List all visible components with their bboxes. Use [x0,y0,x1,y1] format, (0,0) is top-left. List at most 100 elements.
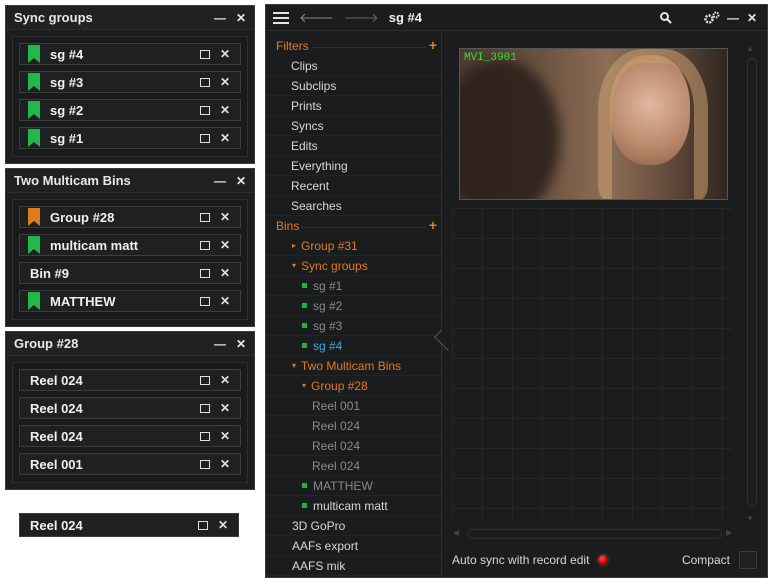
maximize-icon[interactable] [199,431,210,441]
remove-icon[interactable]: ✕ [220,75,230,89]
filter-item[interactable]: Recent [266,176,441,196]
clip-thumbnail[interactable]: MVI_3901 [459,48,728,200]
minimize-icon[interactable]: — [214,11,226,25]
menu-icon[interactable] [273,11,289,24]
bin-item[interactable]: Reel 024 [266,416,441,436]
remove-icon[interactable]: ✕ [220,294,230,308]
scroll-down-icon[interactable]: ▼ [746,514,754,523]
close-icon[interactable]: ✕ [236,174,246,188]
maximize-icon[interactable] [199,296,210,306]
maximize-icon[interactable] [199,105,210,115]
bin-label: Reel 024 [312,418,361,433]
bins-section-header[interactable]: Bins + [266,216,441,236]
bin-item[interactable]: MATTHEW [266,476,441,496]
filter-label: Everything [291,158,348,173]
remove-icon[interactable]: ✕ [220,238,230,252]
back-arrow-icon[interactable]: 🡐 [299,10,334,26]
list-item[interactable]: Reel 024 ✕ [19,369,241,391]
bin-item[interactable]: Reel 024 [266,456,441,476]
expanded-triangle-icon[interactable]: ▾ [302,381,306,390]
bin-item[interactable]: ▾ Two Multicam Bins [266,356,441,376]
list-item[interactable]: sg #1 ✕ [19,127,241,149]
filter-item[interactable]: Prints [266,96,441,116]
list-item[interactable]: Group #28 ✕ [19,206,241,228]
list-item[interactable]: Reel 024 ✕ [19,397,241,419]
list-item[interactable]: multicam matt ✕ [19,234,241,256]
maximize-icon[interactable] [197,520,208,530]
remove-icon[interactable]: ✕ [220,401,230,415]
remove-icon[interactable]: ✕ [220,103,230,117]
list-item[interactable]: sg #3 ✕ [19,71,241,93]
add-bin-icon[interactable]: + [429,217,437,233]
add-filter-icon[interactable]: + [429,37,437,53]
bin-item[interactable]: Reel 001 [266,396,441,416]
bin-item[interactable]: multicam matt [266,496,441,516]
maximize-icon[interactable] [199,49,210,59]
list-item[interactable]: Reel 001 ✕ [19,453,241,475]
maximize-icon[interactable] [199,77,210,87]
bin-item[interactable]: AAFs export [266,536,441,556]
collapsed-triangle-icon[interactable]: ▸ [292,241,296,250]
filter-item[interactable]: Edits [266,136,441,156]
close-icon[interactable]: ✕ [747,11,757,25]
filters-section-header[interactable]: Filters + [266,36,441,56]
filter-item[interactable]: Everything [266,156,441,176]
list-item[interactable]: Bin #9 ✕ [19,262,241,284]
forward-arrow-icon[interactable]: 🡒 [344,10,379,26]
scroll-right-icon[interactable]: ▶ [726,528,732,537]
minimize-icon[interactable]: — [214,337,226,351]
close-icon[interactable]: ✕ [236,337,246,351]
list-item[interactable]: sg #2 ✕ [19,99,241,121]
remove-icon[interactable]: ✕ [220,210,230,224]
maximize-icon[interactable] [199,133,210,143]
maximize-icon[interactable] [199,375,210,385]
dragged-item[interactable]: Reel 024 ✕ [19,513,239,537]
maximize-icon[interactable] [199,403,210,413]
scroll-left-icon[interactable]: ◀ [453,528,459,537]
remove-icon[interactable]: ✕ [220,266,230,280]
scroll-up-icon[interactable]: ▲ [746,44,754,53]
remove-icon[interactable]: ✕ [220,373,230,387]
bin-item[interactable]: Reel 024 [266,436,441,456]
maximize-icon[interactable] [199,240,210,250]
bin-item[interactable]: sg #1 [266,276,441,296]
remove-icon[interactable]: ✕ [220,131,230,145]
browser-header: 🡐 🡒 sg #4 — ✕ [266,5,767,31]
list-item[interactable]: sg #4 ✕ [19,43,241,65]
bin-item[interactable]: 3D GoPro [266,516,441,536]
remove-icon[interactable]: ✕ [220,429,230,443]
bin-item[interactable]: sg #3 [266,316,441,336]
clip-grid-area[interactable] [452,208,732,520]
vertical-scrollbar[interactable] [747,58,757,506]
expanded-triangle-icon[interactable]: ▾ [292,361,296,370]
expanded-triangle-icon[interactable]: ▾ [292,261,296,270]
bin-item[interactable]: ▸ Group #31 [266,236,441,256]
search-icon[interactable] [659,11,673,25]
filter-item[interactable]: Clips [266,56,441,76]
auto-sync-toggle[interactable] [598,555,609,565]
remove-icon[interactable]: ✕ [218,518,228,532]
bin-item[interactable]: ▾ Group #28 [266,376,441,396]
compact-checkbox[interactable] [739,551,757,569]
bin-item[interactable]: AAFS mik [266,556,441,576]
horizontal-scrollbar[interactable] [467,529,722,539]
maximize-icon[interactable] [199,459,210,469]
close-icon[interactable]: ✕ [236,11,246,25]
gear-icon[interactable] [703,11,721,25]
panel-title: Two Multicam Bins [14,173,131,188]
list-item[interactable]: Reel 024 ✕ [19,425,241,447]
remove-icon[interactable]: ✕ [220,47,230,61]
filter-item[interactable]: Syncs [266,116,441,136]
maximize-icon[interactable] [199,212,210,222]
filter-item[interactable]: Searches [266,196,441,216]
list-item[interactable]: MATTHEW ✕ [19,290,241,312]
remove-icon[interactable]: ✕ [220,457,230,471]
minimize-icon[interactable]: — [727,11,739,25]
bin-item[interactable]: ▾ Sync groups [266,256,441,276]
bin-title: sg #4 [388,10,422,25]
maximize-icon[interactable] [199,268,210,278]
filter-item[interactable]: Subclips [266,76,441,96]
minimize-icon[interactable]: — [214,174,226,188]
bin-item[interactable]: sg #2 [266,296,441,316]
bin-item[interactable]: sg #4 [266,336,441,356]
